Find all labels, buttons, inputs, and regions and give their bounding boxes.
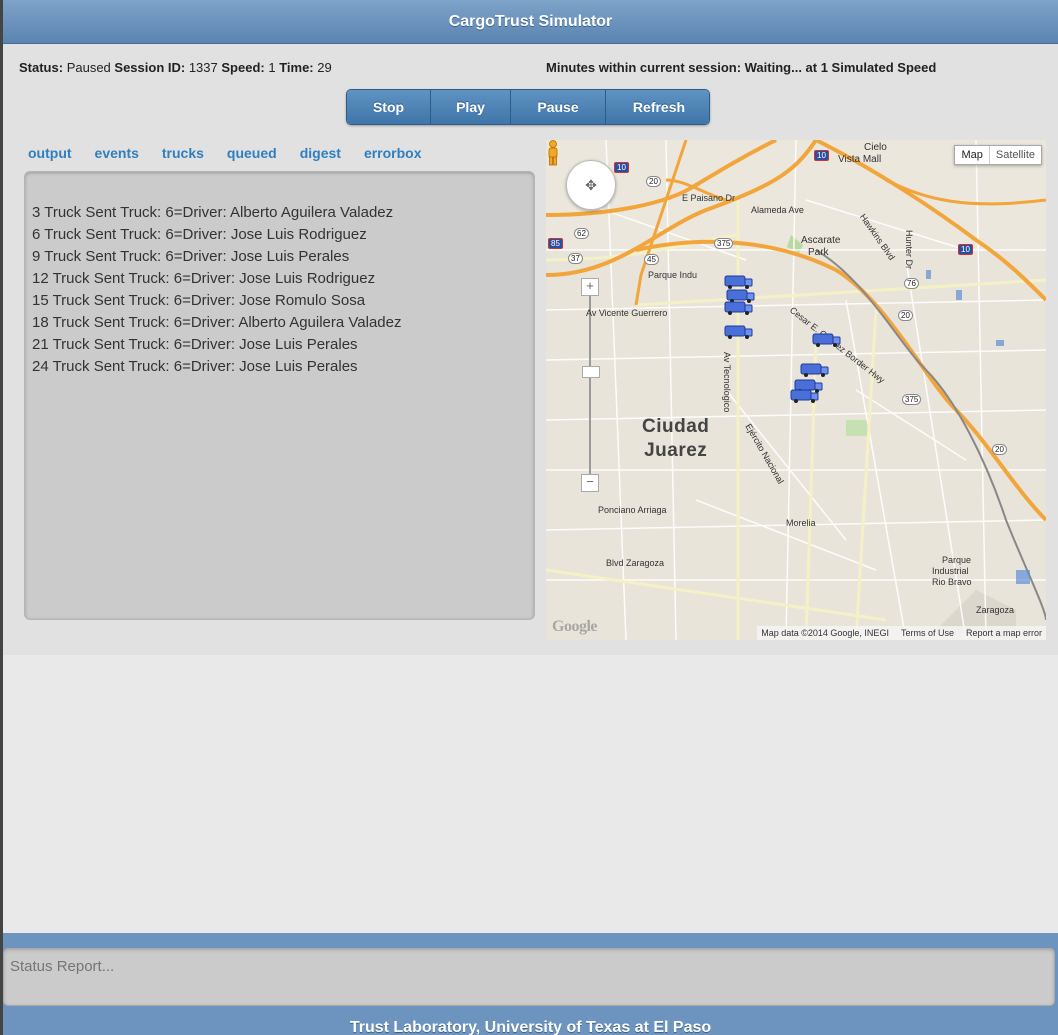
map-type-satellite-button[interactable]: Satellite	[990, 146, 1041, 164]
pegman-icon[interactable]	[546, 140, 560, 166]
map-data-credit: Map data ©2014 Google, INEGI	[761, 628, 889, 638]
stop-button[interactable]: Stop	[347, 90, 431, 124]
zoom-slider-handle[interactable]	[582, 366, 600, 378]
tab-queued[interactable]: queued	[227, 145, 277, 161]
route-shield-76: 76	[904, 278, 919, 289]
pan-control[interactable]: ✥	[566, 160, 616, 210]
interstate-shield-10b: 10	[814, 150, 829, 161]
truck-marker-icon[interactable]	[812, 332, 842, 348]
speed-value: 1	[268, 60, 276, 75]
google-logo: Google	[552, 618, 598, 635]
map-label-ascarate: Ascarate	[801, 235, 841, 246]
truck-marker-icon[interactable]	[724, 300, 754, 316]
app-frame: CargoTrust Simulator Status: Paused Sess…	[0, 0, 1058, 1035]
map-label-parque-rio-industrial: Industrial	[932, 566, 969, 576]
map-type-map-button[interactable]: Map	[955, 146, 990, 164]
route-shield-37: 37	[568, 253, 583, 264]
map-label-tecnologico: Av Tecnologico	[722, 352, 732, 413]
map-label-paisano: E Paisano Dr	[682, 193, 736, 203]
city-label: Ciudad Juarez	[642, 415, 709, 463]
main-content: Status: Paused Session ID: 1337 Speed: 1…	[3, 44, 1058, 655]
interstate-shield-10a: 10	[614, 162, 629, 173]
refresh-button[interactable]: Refresh	[606, 90, 709, 124]
log-line: 3 Truck Sent Truck: 6=Driver: Alberto Ag…	[32, 204, 394, 221]
log-line: 15 Truck Sent Truck: 6=Driver: Jose Romu…	[32, 292, 366, 309]
interstate-shield-10c: 10	[958, 244, 973, 255]
route-shield-20c: 20	[992, 444, 1007, 455]
log-line: 12 Truck Sent Truck: 6=Driver: Jose Luis…	[32, 270, 376, 287]
play-button[interactable]: Play	[431, 90, 511, 124]
zoom-in-button[interactable]: +	[581, 278, 599, 296]
route-shield-45: 45	[644, 254, 659, 265]
interstate-shield-85: 85	[548, 238, 563, 249]
truck-marker-icon[interactable]	[724, 324, 754, 340]
session-label: Session ID:	[114, 60, 186, 75]
route-shield-20b: 20	[898, 310, 913, 321]
map-attribution: Map data ©2014 Google, INEGI Terms of Us…	[757, 626, 1046, 640]
app-title: CargoTrust Simulator	[448, 12, 613, 30]
status-line: Status: Paused Session ID: 1337 Speed: 1…	[19, 60, 332, 75]
map-type-control: Map Satellite	[954, 145, 1042, 165]
output-tabs: output events trucks queued digest error…	[28, 145, 445, 161]
time-label: Time:	[279, 60, 314, 75]
map-label-ponciano: Ponciano Arriaga	[598, 505, 667, 515]
terms-of-use-link[interactable]: Terms of Use	[901, 628, 954, 638]
status-value: Paused	[66, 60, 111, 75]
map-label-vista-mall: Vista Mall	[838, 154, 882, 165]
map-label-alameda: Alameda Ave	[751, 205, 804, 215]
log-line: 9 Truck Sent Truck: 6=Driver: Jose Luis …	[32, 248, 350, 265]
map-label-parque-indu: Parque Indu	[648, 270, 698, 280]
tab-trucks[interactable]: trucks	[162, 145, 204, 161]
minutes-status: Minutes within current session: Waiting.…	[546, 60, 937, 75]
zoom-track[interactable]	[589, 292, 591, 482]
pause-button[interactable]: Pause	[511, 90, 606, 124]
map-label-parque-rio-bravo: Rio Bravo	[932, 577, 972, 587]
log-line: 21 Truck Sent Truck: 6=Driver: Jose Luis…	[32, 336, 358, 353]
footer-text: Trust Laboratory, University of Texas at…	[349, 1019, 712, 1035]
time-value: 29	[317, 60, 332, 75]
route-shield-20a: 20	[646, 176, 661, 187]
empty-area	[3, 655, 1058, 933]
log-line: 18 Truck Sent Truck: 6=Driver: Alberto A…	[32, 314, 402, 331]
route-shield-375b: 375	[902, 394, 922, 405]
log-line: 6 Truck Sent Truck: 6=Driver: Jose Luis …	[32, 226, 367, 243]
map-label-morelia: Morelia	[786, 518, 816, 528]
log-line: 24 Truck Sent Truck: 6=Driver: Jose Luis…	[32, 358, 358, 375]
status-label: Status:	[19, 60, 64, 75]
pan-arrows-icon: ✥	[585, 176, 597, 193]
truck-marker-icon[interactable]	[790, 388, 820, 404]
map-label-cielo: Cielo	[864, 142, 887, 153]
app-header: CargoTrust Simulator	[3, 0, 1058, 44]
speed-label: Speed:	[221, 60, 265, 75]
map-label-vicente-guerrero: Av Vicente Guerrero	[586, 308, 668, 318]
map-view[interactable]: Map Satellite ✥ + − Ciudad Juarez Cielo	[546, 140, 1046, 640]
zoom-out-button[interactable]: −	[581, 474, 599, 492]
map-label-park: Park	[808, 247, 829, 258]
control-button-group: Stop Play Pause Refresh	[346, 89, 710, 125]
tab-digest[interactable]: digest	[300, 145, 341, 161]
status-report-input[interactable]	[3, 948, 1055, 1006]
output-log[interactable]: 3 Truck Sent Truck: 6=Driver: Alberto Ag…	[24, 171, 535, 620]
tab-output[interactable]: output	[28, 145, 72, 161]
session-value: 1337	[188, 60, 218, 75]
tab-events[interactable]: events	[95, 145, 139, 161]
map-label-blvd-zaragoza: Blvd Zaragoza	[606, 558, 665, 568]
route-shield-375a: 375	[714, 238, 734, 249]
tab-errorbox[interactable]: errorbox	[364, 145, 422, 161]
output-lines: 3 Truck Sent Truck: 6=Driver: Alberto Ag…	[32, 202, 402, 378]
report-map-error-link[interactable]: Report a map error	[966, 628, 1042, 638]
route-shield-62: 62	[574, 228, 589, 239]
map-label-hunter: Hunter Dr	[904, 230, 914, 270]
map-label-zaragoza: Zaragoza	[976, 605, 1015, 615]
map-label-parque-rio: Parque	[942, 555, 972, 565]
truck-marker-icon[interactable]	[800, 362, 830, 378]
city-label-line2: Juarez	[644, 440, 708, 461]
city-label-line1: Ciudad	[642, 416, 710, 437]
